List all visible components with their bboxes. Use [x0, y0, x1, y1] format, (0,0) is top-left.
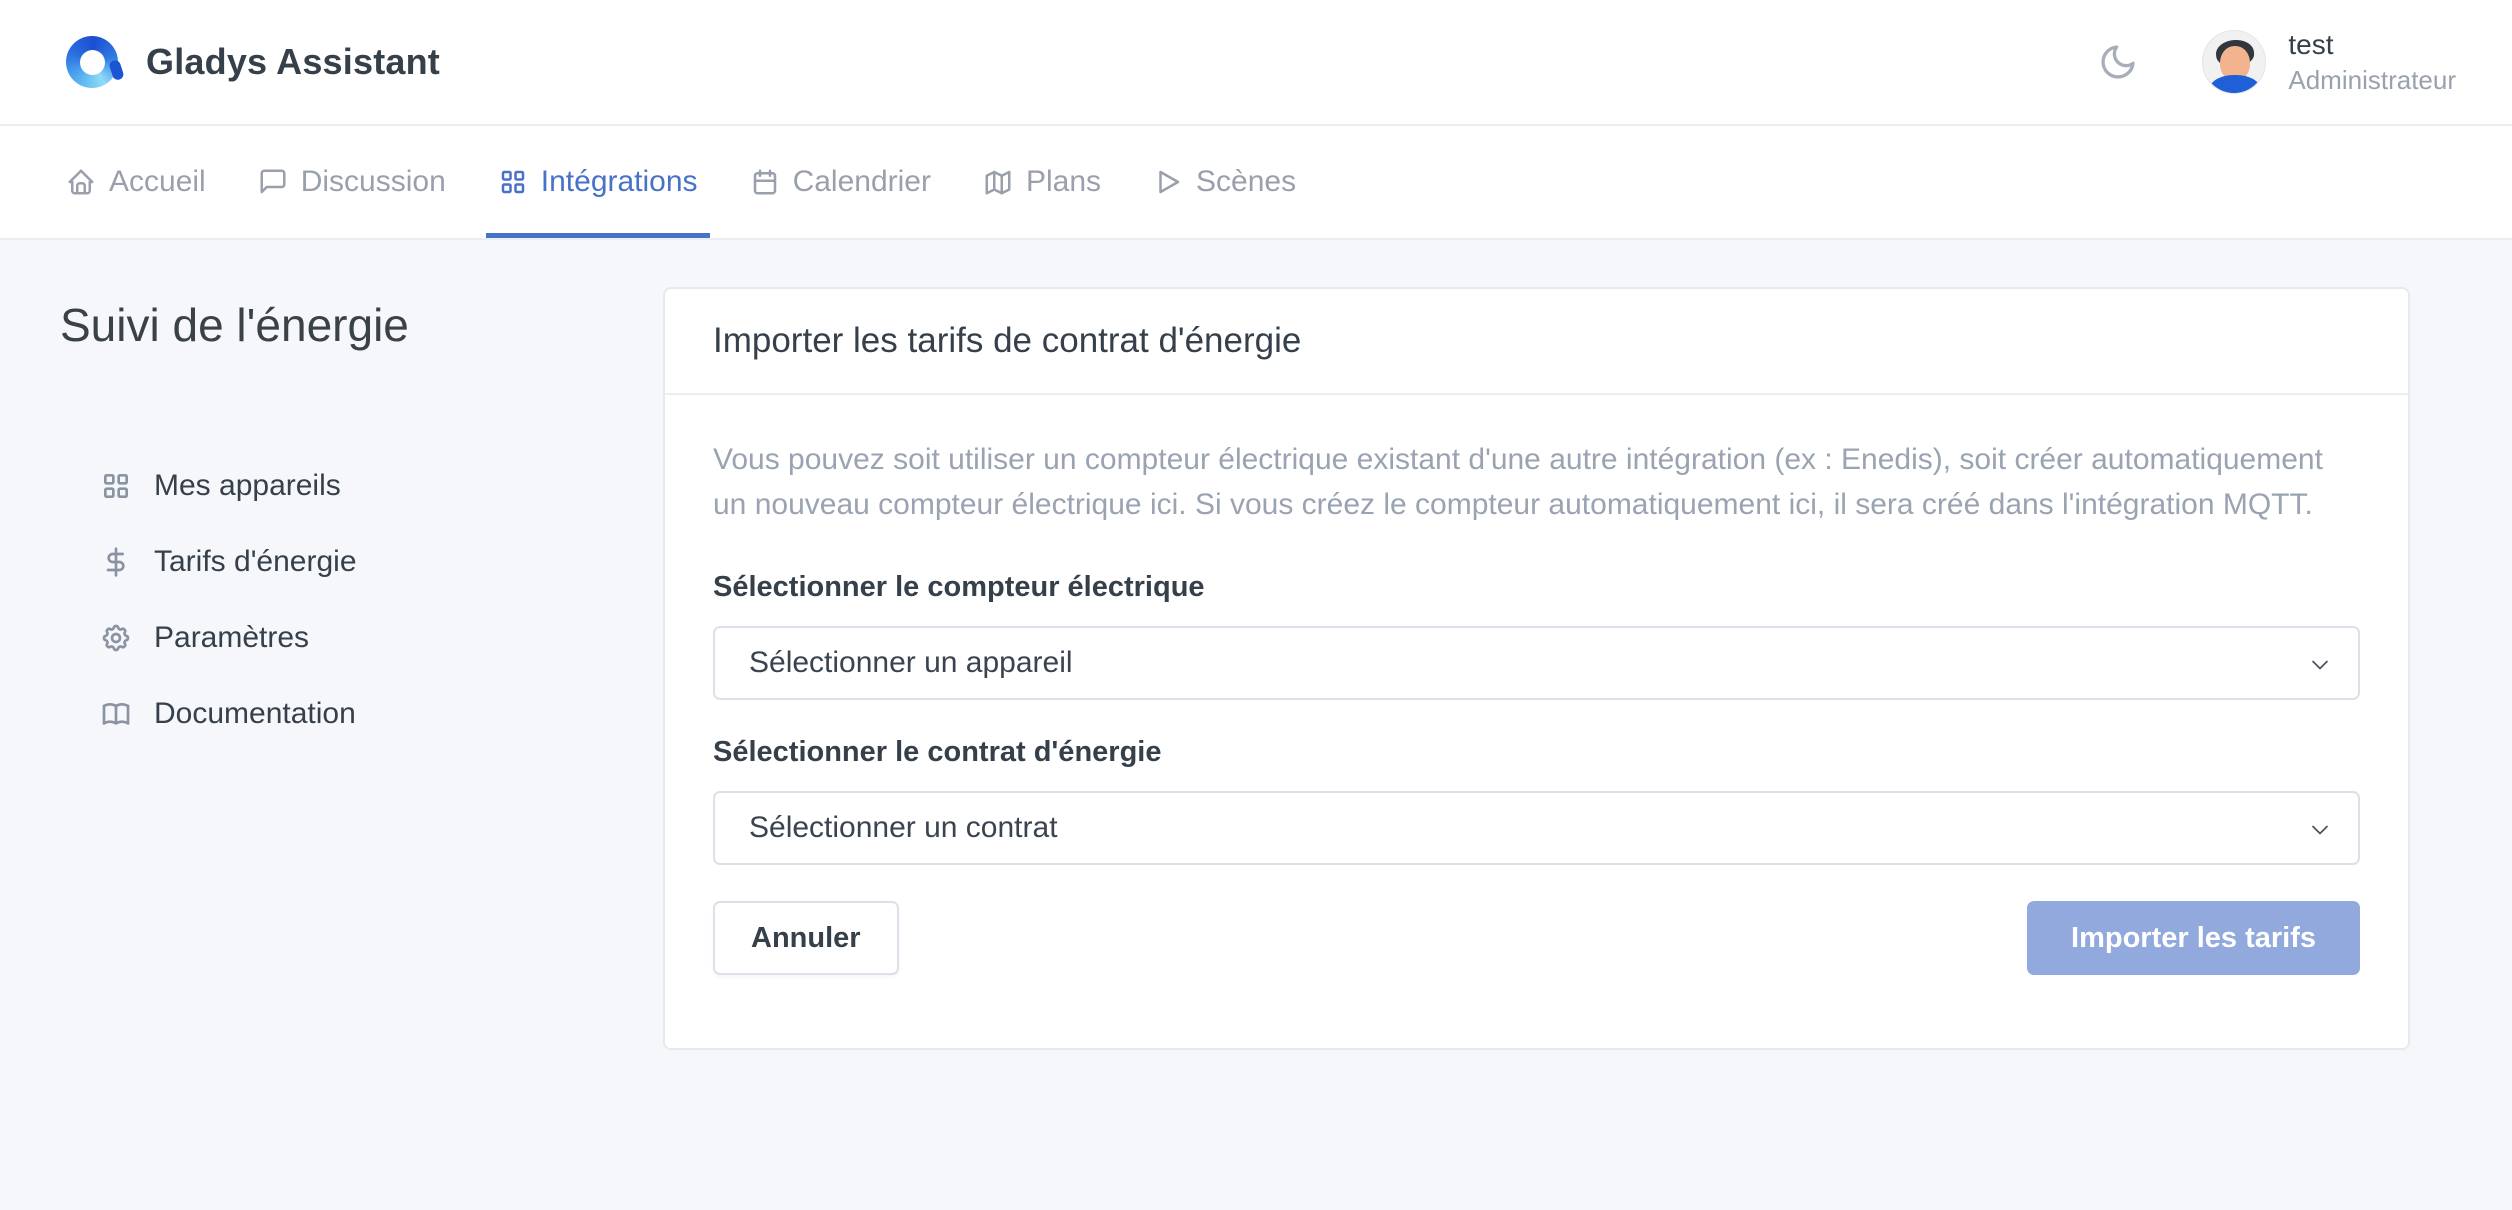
- user-role: Administrateur: [2288, 65, 2456, 96]
- dollar-icon: [100, 546, 132, 578]
- card-title: Importer les tarifs de contrat d'énergie: [713, 321, 1301, 361]
- device-select[interactable]: Sélectionner un appareil: [713, 626, 2360, 700]
- sidebar-item-label: Documentation: [154, 697, 356, 731]
- user-menu[interactable]: test Administrateur: [2202, 29, 2456, 96]
- tab-label: Accueil: [109, 165, 206, 199]
- tab-label: Intégrations: [541, 165, 698, 199]
- message-icon: [258, 167, 288, 197]
- calendar-icon: [750, 167, 780, 197]
- contract-select-value: Sélectionner un contrat: [749, 811, 1058, 845]
- moon-icon: [2098, 42, 2138, 82]
- tab-scenes[interactable]: Scènes: [1141, 126, 1308, 238]
- tab-integrations[interactable]: Intégrations: [486, 126, 710, 238]
- tab-plans[interactable]: Plans: [971, 126, 1113, 238]
- home-icon: [66, 167, 96, 197]
- sidebar-item-label: Mes appareils: [154, 469, 341, 503]
- sidebar-item-parametres[interactable]: Paramètres: [60, 600, 620, 676]
- dark-mode-toggle[interactable]: [2098, 42, 2138, 82]
- device-select-label: Sélectionner le compteur électrique: [713, 571, 2360, 604]
- book-icon: [100, 698, 132, 730]
- app-title: Gladys Assistant: [146, 41, 440, 83]
- sidebar-item-label: Paramètres: [154, 621, 309, 655]
- main-nav: Accueil Discussion Intégrations Calendri…: [0, 126, 2512, 240]
- tab-calendrier[interactable]: Calendrier: [738, 126, 943, 238]
- play-icon: [1153, 167, 1183, 197]
- tab-label: Scènes: [1196, 165, 1296, 199]
- brand-link[interactable]: Gladys Assistant: [66, 36, 440, 88]
- grid-icon: [100, 470, 132, 502]
- user-name: test: [2288, 29, 2456, 61]
- import-tariffs-button[interactable]: Importer les tarifs: [2027, 901, 2360, 975]
- grid-icon: [498, 167, 528, 197]
- sidebar-item-documentation[interactable]: Documentation: [60, 676, 620, 752]
- import-tariffs-card: Importer les tarifs de contrat d'énergie…: [663, 287, 2410, 1050]
- chevron-down-icon: [2306, 816, 2334, 844]
- tab-label: Plans: [1026, 165, 1101, 199]
- energy-sidebar: Suivi de l'énergie Mes appareils Tarifs …: [60, 298, 620, 752]
- gladys-logo-icon: [66, 36, 118, 88]
- tab-label: Discussion: [301, 165, 446, 199]
- cancel-button[interactable]: Annuler: [713, 901, 899, 975]
- contract-select[interactable]: Sélectionner un contrat: [713, 791, 2360, 865]
- sidebar-item-devices[interactable]: Mes appareils: [60, 448, 620, 524]
- card-description: Vous pouvez soit utiliser un compteur él…: [713, 437, 2360, 527]
- tab-label: Calendrier: [793, 165, 931, 199]
- gear-icon: [100, 622, 132, 654]
- sidebar-item-tarifs[interactable]: Tarifs d'énergie: [60, 524, 620, 600]
- page-content: Suivi de l'énergie Mes appareils Tarifs …: [0, 242, 2512, 1210]
- map-icon: [983, 167, 1013, 197]
- tab-discussion[interactable]: Discussion: [246, 126, 458, 238]
- sidebar-item-label: Tarifs d'énergie: [154, 545, 357, 579]
- app-header: Gladys Assistant test Administrateur: [0, 0, 2512, 126]
- chevron-down-icon: [2306, 651, 2334, 679]
- tab-accueil[interactable]: Accueil: [54, 126, 218, 238]
- avatar: [2202, 30, 2266, 94]
- contract-select-label: Sélectionner le contrat d'énergie: [713, 736, 2360, 769]
- card-header: Importer les tarifs de contrat d'énergie: [665, 289, 2408, 395]
- device-select-value: Sélectionner un appareil: [749, 646, 1073, 680]
- page-title: Suivi de l'énergie: [60, 298, 620, 352]
